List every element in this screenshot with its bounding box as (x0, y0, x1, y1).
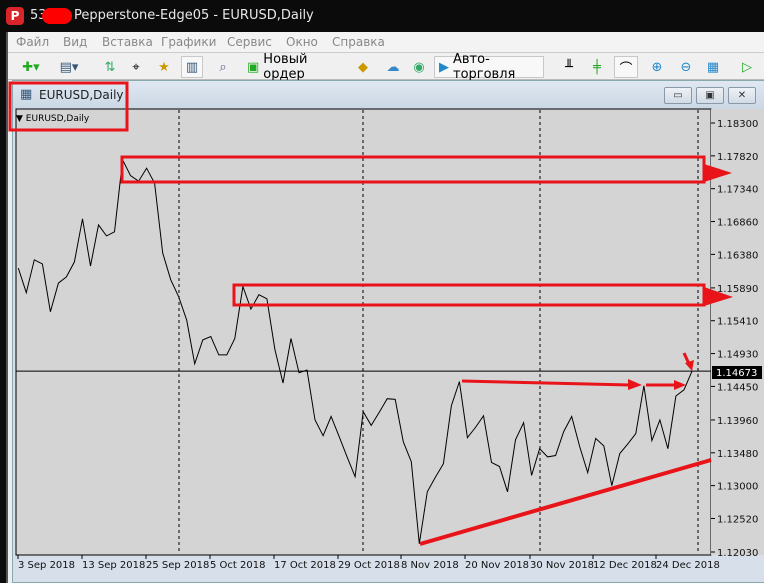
y-tick-label: 1.13480 (717, 449, 758, 460)
x-tick-label: 24 Dec 2018 (656, 560, 720, 571)
x-tick-label: 5 Oct 2018 (210, 560, 265, 571)
y-tick-label: 1.12520 (717, 514, 758, 525)
y-tick-label: 1.15890 (717, 284, 758, 295)
x-tick-label: 30 Nov 2018 (530, 560, 594, 571)
y-tick-label: 1.13000 (717, 482, 758, 493)
x-tick-label: 12 Dec 2018 (593, 560, 657, 571)
current-price-value: 1.14673 (716, 368, 757, 379)
x-tick-label: 17 Oct 2018 (274, 560, 336, 571)
x-tick-label: 20 Nov 2018 (465, 560, 529, 571)
y-tick-label: 1.13960 (717, 416, 758, 427)
y-tick-label: 1.18300 (717, 119, 758, 130)
y-tick-label: 1.15410 (717, 317, 758, 328)
y-tick-label: 1.14450 (717, 382, 758, 393)
y-tick-label: 1.17340 (717, 185, 758, 196)
x-tick-label: 29 Oct 2018 (338, 560, 400, 571)
x-tick-label: 13 Sep 2018 (82, 560, 145, 571)
y-tick-label: 1.16860 (717, 218, 758, 229)
y-tick-label: 1.12030 (717, 548, 758, 559)
symbol-label-text: EURUSD,Daily (25, 114, 90, 124)
price-chart[interactable]: 1.18300 1.17820 1.17340 1.16860 1.16380 1.158… (0, 0, 764, 583)
x-tick-label: 25 Sep 2018 (146, 560, 209, 571)
y-tick-label: 1.14930 (717, 350, 758, 361)
x-tick-label: 8 Nov 2018 (401, 560, 459, 571)
y-tick-label: 1.16380 (717, 250, 758, 261)
symbol-label: ▼ EURUSD,Daily (16, 114, 90, 124)
x-tick-label: 3 Sep 2018 (18, 560, 75, 571)
y-tick-label: 1.17820 (717, 152, 758, 163)
